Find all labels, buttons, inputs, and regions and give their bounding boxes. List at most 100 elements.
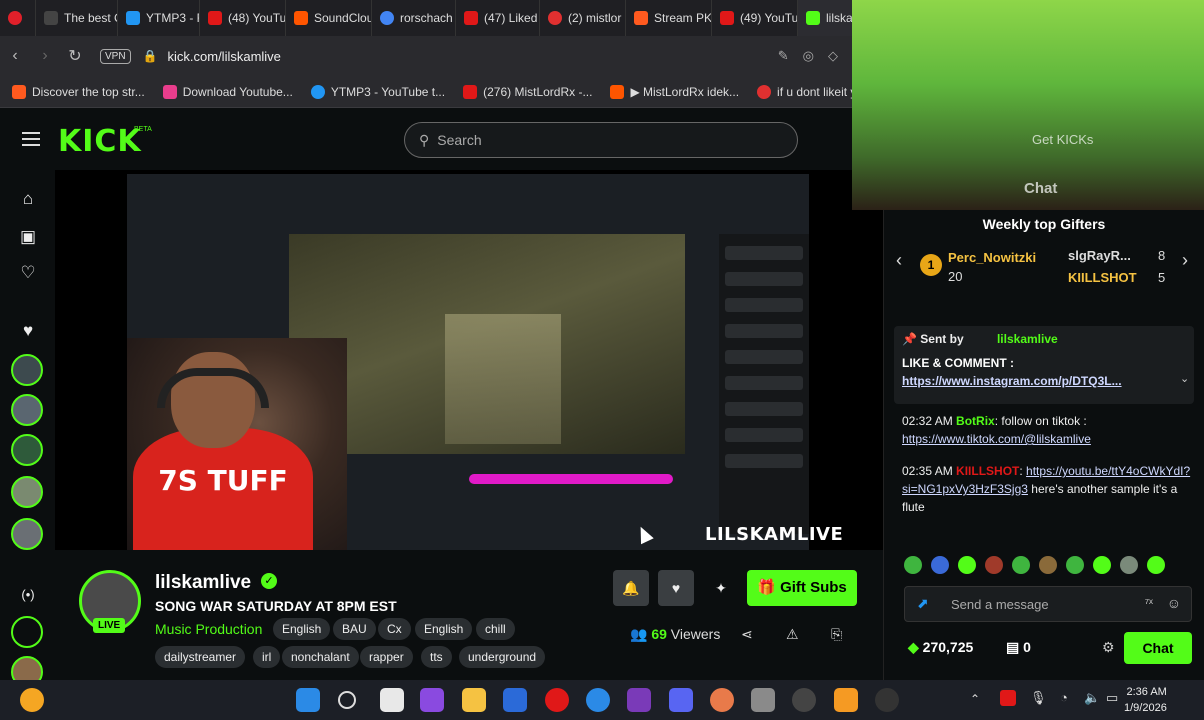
bookmark-item[interactable]: YTMP3 - YouTube t... xyxy=(310,84,445,99)
channel-name[interactable]: lilskamlive xyxy=(155,572,251,594)
kick-logo[interactable]: KICK xyxy=(58,124,142,159)
search-input[interactable]: ⚲ Search xyxy=(404,122,798,158)
edit-icon[interactable]: ✎ xyxy=(778,48,789,64)
play-icon[interactable] xyxy=(875,688,899,712)
chat-input[interactable]: ⬈ Send a message ⁷ˣ ☺ xyxy=(904,586,1192,622)
microphone-icon[interactable]: 🎙 xyxy=(1030,690,1047,706)
tag[interactable]: chill xyxy=(476,618,515,640)
gifter-name[interactable]: Perc_Nowitzki xyxy=(948,250,1036,265)
emote-picker-icon[interactable]: ⁷ˣ xyxy=(1145,596,1153,610)
tray-chevron-icon[interactable]: ⌃ xyxy=(970,692,980,706)
emote-icon[interactable] xyxy=(904,556,922,574)
emote-icon[interactable] xyxy=(1147,556,1165,574)
report-icon[interactable]: ⚠ xyxy=(786,626,799,643)
bookmark-item[interactable]: ▶ MistLordRx idek... xyxy=(610,84,739,99)
unread-counter[interactable]: ▤ 0 xyxy=(1006,639,1031,656)
clip-icon[interactable]: ⎘ xyxy=(831,626,842,643)
emote-icon[interactable] xyxy=(1039,556,1057,574)
back-icon[interactable]: ‹ xyxy=(0,47,30,65)
followed-channel-avatar[interactable] xyxy=(11,476,43,508)
followed-channel-avatar[interactable] xyxy=(11,394,43,426)
menu-icon[interactable] xyxy=(22,132,40,146)
weather-icon[interactable] xyxy=(20,688,44,712)
message-link[interactable]: https://www.tiktok.com/@lilskamlive xyxy=(902,432,1091,446)
tag[interactable]: nonchalant xyxy=(282,646,359,668)
tag[interactable]: English xyxy=(415,618,473,640)
emote-icon[interactable] xyxy=(1093,556,1111,574)
following-icon[interactable]: ♡ xyxy=(17,262,39,284)
browser-tab[interactable]: The best Cl xyxy=(36,0,118,36)
media-player-icon[interactable] xyxy=(627,688,651,712)
url-field[interactable]: kick.com/lilskamlive xyxy=(168,49,281,64)
reload-icon[interactable]: ↻ xyxy=(60,46,90,66)
copilot-icon[interactable] xyxy=(420,688,444,712)
emote-icon[interactable] xyxy=(1012,556,1030,574)
camera-app-icon[interactable] xyxy=(751,688,775,712)
channel-points[interactable]: ◆ 270,725 xyxy=(908,639,973,656)
tag[interactable]: BAU xyxy=(333,618,376,640)
video-player[interactable]: 7S TUFF LILSKAMLIVE xyxy=(55,170,883,550)
live-broadcast-icon[interactable]: (•) xyxy=(17,584,39,606)
browser-tab[interactable]: (2) mistlor xyxy=(540,0,626,36)
followed-channel-avatar[interactable] xyxy=(11,518,43,550)
browser-tab[interactable]: rorschach xyxy=(372,0,456,36)
mail-icon[interactable] xyxy=(503,688,527,712)
emote-icon[interactable] xyxy=(1066,556,1084,574)
edge-icon[interactable] xyxy=(586,688,610,712)
notification-bell-button[interactable]: 🔔 xyxy=(613,570,649,606)
system-clock[interactable]: 2:36 AM 1/9/2026 xyxy=(1124,684,1167,716)
browser-tab[interactable]: (47) Liked xyxy=(456,0,540,36)
emote-icon[interactable] xyxy=(931,556,949,574)
windows-start-icon[interactable] xyxy=(296,688,320,712)
stream-category[interactable]: Music Production xyxy=(155,621,262,637)
app-icon[interactable] xyxy=(710,688,734,712)
sparkle-button[interactable]: ✦ xyxy=(703,570,739,606)
bookmark-item[interactable]: Download Youtube... xyxy=(162,84,293,99)
camera-icon[interactable]: ◎ xyxy=(803,48,814,64)
tag[interactable]: irl xyxy=(253,646,281,668)
browser-tab[interactable]: SoundClou xyxy=(286,0,372,36)
followed-heart-icon[interactable]: ♥ xyxy=(17,320,39,342)
tag[interactable]: dailystreamer xyxy=(155,646,246,668)
opera-icon[interactable] xyxy=(545,688,569,712)
vpn-badge[interactable]: VPN xyxy=(100,48,131,64)
chevron-left-icon[interactable]: ‹ xyxy=(896,250,902,271)
tray-app-icon[interactable] xyxy=(1000,690,1016,706)
bookmark-item[interactable]: (276) MistLordRx -... xyxy=(463,84,592,99)
forward-icon[interactable]: › xyxy=(30,47,60,65)
discord-icon[interactable] xyxy=(669,688,693,712)
battery-icon[interactable]: ▭ xyxy=(1106,690,1118,706)
chevron-right-icon[interactable]: › xyxy=(1182,250,1188,271)
smiley-icon[interactable]: ☺ xyxy=(1167,595,1181,611)
gifter-name[interactable]: KIILLSHOT xyxy=(1068,270,1137,285)
gifter-name[interactable]: slgRayR... xyxy=(1068,248,1131,263)
browser-tab[interactable]: Stream PK! xyxy=(626,0,712,36)
emote-icon[interactable] xyxy=(1120,556,1138,574)
pinned-username[interactable]: lilskamlive xyxy=(997,332,1058,346)
followed-channel-avatar[interactable] xyxy=(11,354,43,386)
emote-icon[interactable] xyxy=(958,556,976,574)
browser-tab[interactable]: (49) YouTu xyxy=(712,0,798,36)
browse-icon[interactable]: ▣ xyxy=(17,226,39,248)
browser-tab[interactable]: (48) YouTu xyxy=(200,0,286,36)
lock-icon[interactable]: 🔒 xyxy=(143,49,158,63)
chevron-down-icon[interactable]: ⌄ xyxy=(1180,372,1189,385)
shield-icon[interactable]: ◇ xyxy=(828,48,838,64)
tag[interactable]: Cx xyxy=(378,618,411,640)
chat-badge-icon[interactable]: ⬈ xyxy=(917,595,929,612)
volume-icon[interactable]: 🔈 xyxy=(1084,690,1100,706)
gift-subs-button[interactable]: 🎁 Gift Subs xyxy=(747,570,857,606)
pinned-message[interactable]: 📌 Sent by lilskamlive LIKE & COMMENT : h… xyxy=(894,326,1194,404)
app-icon[interactable] xyxy=(834,688,858,712)
bookmark-item[interactable]: Discover the top str... xyxy=(12,84,145,99)
message-username[interactable]: BotRix xyxy=(956,414,995,428)
browser-tab[interactable]: YTMP3 - Fr xyxy=(118,0,200,36)
send-chat-button[interactable]: Chat xyxy=(1124,632,1192,664)
emote-icon[interactable] xyxy=(985,556,1003,574)
tag[interactable]: underground xyxy=(459,646,546,668)
opera-menu-icon[interactable] xyxy=(0,0,36,36)
pinned-link[interactable]: https://www.instagram.com/p/DTQ3L... xyxy=(902,374,1122,388)
file-icon[interactable] xyxy=(380,688,404,712)
tag[interactable]: tts xyxy=(421,646,452,668)
follow-heart-button[interactable]: ♥ xyxy=(658,570,694,606)
